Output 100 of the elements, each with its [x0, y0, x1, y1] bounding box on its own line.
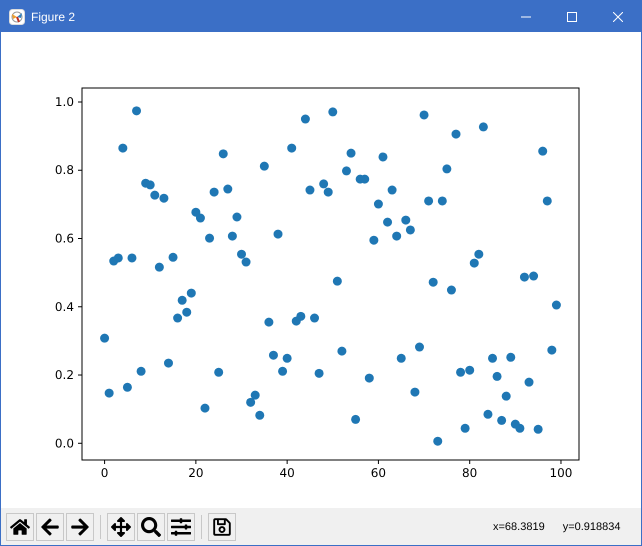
- tick-mark: [195, 460, 196, 464]
- data-point: [232, 212, 242, 222]
- data-point: [524, 378, 534, 387]
- data-point: [488, 354, 498, 363]
- data-point: [497, 416, 506, 425]
- y-tick-label: 1.0: [54, 95, 74, 109]
- data-point: [300, 114, 310, 124]
- data-point: [278, 366, 288, 376]
- data-point: [118, 144, 128, 153]
- x-tick-label: 100: [550, 466, 572, 480]
- app-icon: [9, 8, 25, 24]
- data-point: [319, 179, 328, 188]
- data-point: [314, 368, 324, 378]
- pan-button[interactable]: [107, 512, 135, 540]
- data-point: [410, 388, 420, 397]
- x-coordinate: x=68.3819: [493, 520, 545, 532]
- y-tick-label: 0.0: [54, 436, 74, 450]
- data-point: [305, 186, 314, 195]
- tick-mark: [104, 460, 106, 464]
- data-point: [250, 390, 260, 400]
- data-point: [122, 382, 132, 392]
- forward-button[interactable]: [66, 512, 94, 540]
- data-point: [378, 152, 388, 162]
- data-point: [246, 398, 256, 407]
- y-tick-label: 0.2: [54, 368, 74, 382]
- data-point: [332, 276, 342, 286]
- forward-arrow-icon: [70, 516, 90, 536]
- y-coordinate: y=0.918834: [562, 520, 620, 532]
- data-point: [164, 358, 173, 368]
- data-point: [470, 258, 479, 268]
- data-point: [200, 404, 210, 413]
- data-point: [132, 106, 142, 116]
- home-button[interactable]: [6, 512, 34, 540]
- data-point: [460, 424, 470, 433]
- data-point: [442, 164, 452, 174]
- data-point: [542, 196, 552, 206]
- data-point: [186, 288, 196, 298]
- data-point: [324, 188, 333, 197]
- y-tick-label: 0.6: [54, 232, 74, 246]
- data-point: [210, 188, 219, 197]
- data-point: [456, 368, 466, 377]
- data-point: [520, 272, 529, 282]
- data-point: [534, 424, 543, 434]
- data-point: [538, 146, 548, 156]
- data-point: [446, 286, 456, 295]
- data-point: [182, 308, 192, 317]
- data-point: [282, 354, 292, 363]
- tick-mark: [560, 460, 562, 464]
- data-point: [168, 252, 178, 262]
- data-point: [191, 208, 200, 217]
- data-point: [388, 186, 397, 195]
- data-point: [492, 372, 502, 381]
- data-point: [396, 354, 406, 363]
- data-point: [465, 366, 474, 375]
- data-point: [268, 350, 278, 360]
- data-point: [392, 232, 402, 241]
- zoom-button[interactable]: [137, 512, 165, 540]
- data-point: [506, 352, 516, 362]
- data-point: [104, 388, 114, 398]
- save-button[interactable]: [208, 512, 236, 540]
- tick-mark: [78, 374, 82, 376]
- data-point: [369, 236, 378, 245]
- x-tick-label: 0: [100, 466, 108, 480]
- data-point: [406, 225, 415, 234]
- back-button[interactable]: [36, 512, 64, 540]
- maximize-icon: [567, 12, 577, 22]
- x-tick-label: 40: [280, 466, 295, 480]
- data-point: [287, 144, 296, 153]
- data-point: [337, 346, 346, 356]
- data-point: [515, 424, 524, 433]
- x-tick-label: 20: [188, 466, 204, 480]
- data-point: [424, 196, 434, 206]
- data-point: [420, 110, 429, 120]
- data-point: [328, 107, 338, 116]
- data-point: [178, 296, 187, 305]
- data-point: [483, 410, 492, 419]
- y-tick-label: 0.8: [54, 163, 74, 178]
- tick-mark: [286, 460, 288, 464]
- data-point: [205, 234, 214, 243]
- data-point: [274, 230, 283, 239]
- home-icon: [10, 516, 30, 536]
- tick-mark: [378, 460, 379, 464]
- x-tick-label: 80: [462, 466, 478, 480]
- data-point: [502, 392, 511, 401]
- data-point: [415, 342, 424, 352]
- data-point: [242, 258, 251, 267]
- data-point: [260, 162, 269, 171]
- configure-button[interactable]: [167, 512, 195, 540]
- y-tick-label: 0.4: [54, 300, 74, 314]
- data-point: [474, 250, 484, 259]
- data-point: [374, 200, 383, 209]
- data-point: [196, 214, 205, 223]
- tick-mark: [78, 442, 82, 444]
- data-point: [100, 334, 110, 343]
- tick-mark: [78, 238, 82, 239]
- data-point: [552, 300, 561, 310]
- data-point: [150, 190, 160, 200]
- tick-mark: [78, 306, 82, 308]
- data-point: [154, 262, 164, 272]
- save-icon: [212, 516, 232, 536]
